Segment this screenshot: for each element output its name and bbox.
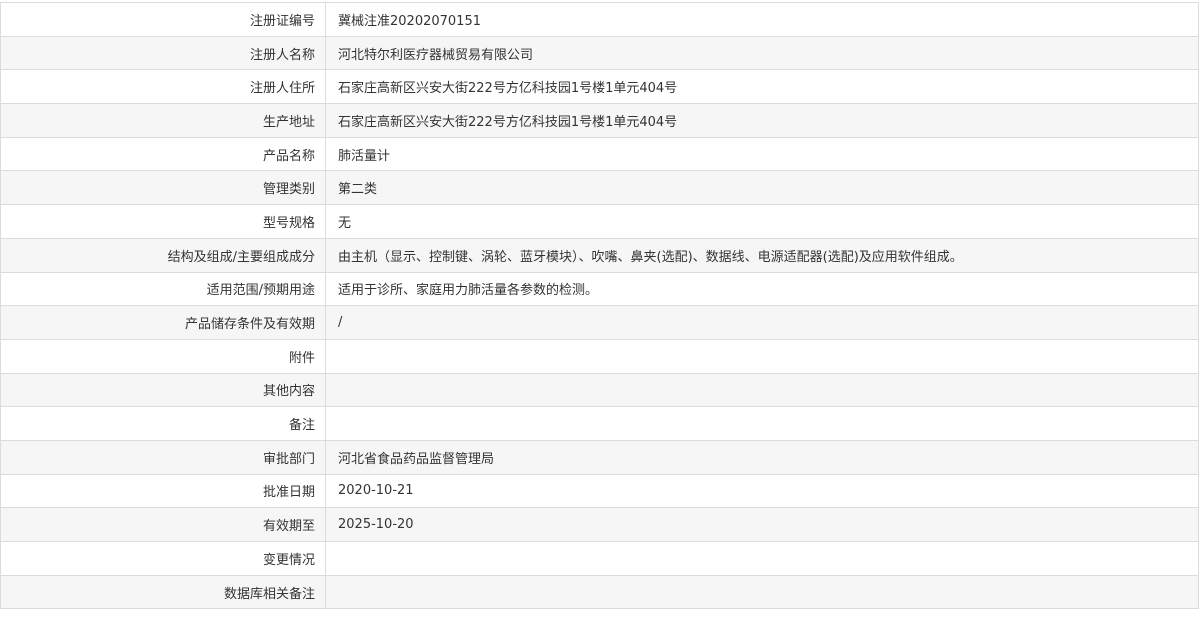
table-row-model-spec: 型号规格 无 (0, 204, 1199, 239)
table-row-attachments: 附件 (0, 338, 1199, 374)
value-intended-use: 适用于诊所、家庭用力肺活量各参数的检测。 (325, 271, 1199, 307)
table-row-management-class: 管理类别 第二类 (0, 170, 1199, 206)
value-database-remarks (325, 574, 1199, 610)
label-valid-until: 有效期至 (0, 507, 326, 542)
table-row-approval-date: 批准日期 2020-10-21 (0, 473, 1199, 509)
label-structure-composition: 结构及组成/主要组成成分 (0, 237, 326, 273)
label-production-address: 生产地址 (0, 103, 326, 138)
table-row-registrant-address: 注册人住所 石家庄高新区兴安大街222号方亿科技园1号楼1单元404号 (0, 69, 1199, 105)
label-registrant-address: 注册人住所 (0, 69, 326, 105)
label-management-class: 管理类别 (0, 170, 326, 206)
label-product-name: 产品名称 (0, 136, 326, 172)
label-registration-number: 注册证编号 (0, 2, 326, 37)
value-approval-date: 2020-10-21 (325, 473, 1199, 509)
value-change-history (325, 541, 1199, 576)
table-row-storage-validity: 产品储存条件及有效期 / (0, 305, 1199, 340)
table-row-structure-composition: 结构及组成/主要组成成分 由主机（显示、控制键、涡轮、蓝牙模块）、吹嘴、鼻夹(选… (0, 237, 1199, 273)
table-row-product-name: 产品名称 肺活量计 (0, 136, 1199, 172)
table-row-intended-use: 适用范围/预期用途 适用于诊所、家庭用力肺活量各参数的检测。 (0, 271, 1199, 307)
label-registrant-name: 注册人名称 (0, 35, 326, 71)
record-table-body: 注册证编号 冀械注准20202070151 注册人名称 河北特尔利医疗器械贸易有… (0, 2, 1199, 610)
table-row-registrant-name: 注册人名称 河北特尔利医疗器械贸易有限公司 (0, 35, 1199, 71)
value-valid-until: 2025-10-20 (325, 507, 1199, 542)
table-row-approval-department: 审批部门 河北省食品药品监督管理局 (0, 439, 1199, 475)
table-row-valid-until: 有效期至 2025-10-20 (0, 507, 1199, 542)
table-row-production-address: 生产地址 石家庄高新区兴安大街222号方亿科技园1号楼1单元404号 (0, 103, 1199, 138)
label-approval-department: 审批部门 (0, 439, 326, 475)
table-row-database-remarks: 数据库相关备注 (0, 574, 1199, 610)
label-other-content: 其他内容 (0, 372, 326, 408)
value-model-spec: 无 (325, 204, 1199, 239)
value-registrant-address: 石家庄高新区兴安大街222号方亿科技园1号楼1单元404号 (325, 69, 1199, 105)
table-row-registration-number: 注册证编号 冀械注准20202070151 (0, 2, 1199, 37)
label-storage-validity: 产品储存条件及有效期 (0, 305, 326, 340)
value-registration-number: 冀械注准20202070151 (325, 2, 1199, 37)
value-storage-validity: / (325, 305, 1199, 340)
label-approval-date: 批准日期 (0, 473, 326, 509)
label-database-remarks: 数据库相关备注 (0, 574, 326, 610)
label-remarks: 备注 (0, 406, 326, 441)
value-registrant-name: 河北特尔利医疗器械贸易有限公司 (325, 35, 1199, 71)
value-management-class: 第二类 (325, 170, 1199, 206)
table-row-remarks: 备注 (0, 406, 1199, 441)
value-product-name: 肺活量计 (325, 136, 1199, 172)
value-attachments (325, 338, 1199, 374)
label-intended-use: 适用范围/预期用途 (0, 271, 326, 307)
value-structure-composition: 由主机（显示、控制键、涡轮、蓝牙模块）、吹嘴、鼻夹(选配)、数据线、电源适配器(… (325, 237, 1199, 273)
table-row-change-history: 变更情况 (0, 541, 1199, 576)
value-production-address: 石家庄高新区兴安大街222号方亿科技园1号楼1单元404号 (325, 103, 1199, 138)
registration-record-table: 注册证编号 冀械注准20202070151 注册人名称 河北特尔利医疗器械贸易有… (0, 2, 1199, 610)
table-row-other-content: 其他内容 (0, 372, 1199, 408)
label-model-spec: 型号规格 (0, 204, 326, 239)
value-approval-department: 河北省食品药品监督管理局 (325, 439, 1199, 475)
label-attachments: 附件 (0, 338, 326, 374)
value-remarks (325, 406, 1199, 441)
value-other-content (325, 372, 1199, 408)
label-change-history: 变更情况 (0, 541, 326, 576)
